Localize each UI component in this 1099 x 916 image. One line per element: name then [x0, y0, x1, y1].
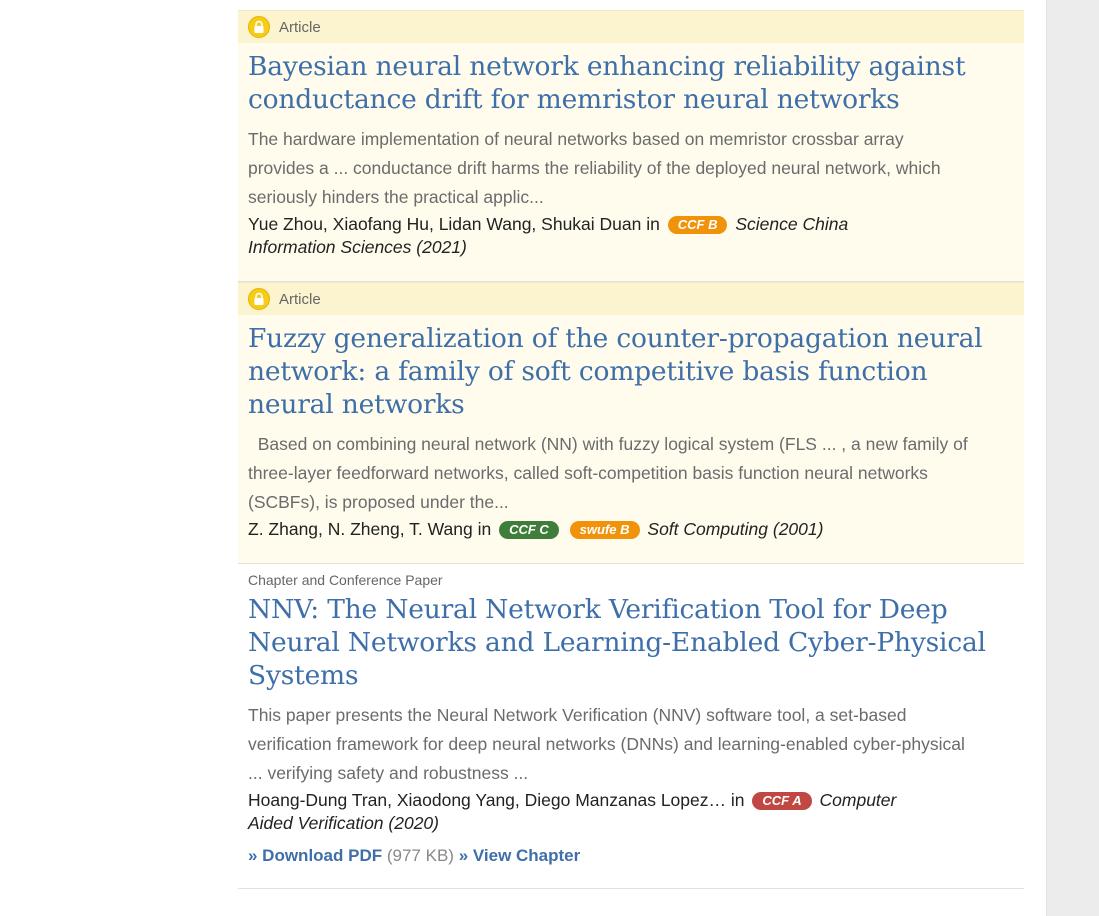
- pdf-size: (977 KB): [386, 846, 454, 865]
- ranking-badge: swufe B: [569, 521, 640, 539]
- view-chapter-link[interactable]: » View Chapter: [459, 846, 581, 865]
- result-snippet: This paper presents the Neural Network V…: [248, 705, 965, 783]
- result-meta: Z. Zhang, N. Zheng, T. Wang in CCF C swu…: [248, 518, 908, 541]
- result-authors: Hoang-Dung Tran, Xiaodong Yang, Diego Ma…: [248, 790, 727, 810]
- content-type-label: Article: [279, 290, 321, 308]
- ranking-badge: CCF B: [667, 216, 728, 234]
- in-word: in: [646, 214, 660, 234]
- content-type-label: Chapter and Conference Paper: [248, 572, 443, 588]
- result-meta: Yue Zhou, Xiaofang Hu, Lidan Wang, Shuka…: [248, 213, 908, 259]
- search-result: Chapter and Conference Paper NNV: The Ne…: [238, 564, 1024, 889]
- in-word: in: [730, 790, 745, 810]
- result-snippet: Based on combining neural network (NN) w…: [248, 434, 973, 512]
- lock-icon: [248, 16, 270, 38]
- result-title-link[interactable]: NNV: The Neural Network Verification Too…: [248, 593, 1014, 692]
- result-authors: Yue Zhou, Xiaofang Hu, Lidan Wang, Shuka…: [248, 214, 642, 234]
- content-type-row: Article: [238, 11, 1024, 43]
- result-snippet: The hardware implementation of neural ne…: [248, 129, 941, 207]
- in-word: in: [477, 519, 492, 539]
- download-pdf-link[interactable]: » Download PDF: [248, 846, 382, 865]
- search-results-list: Article Bayesian neural network enhancin…: [238, 10, 1024, 889]
- result-actions: » Download PDF (977 KB) » View Chapter: [248, 846, 1014, 866]
- content-type-row: Chapter and Conference Paper: [238, 564, 1024, 590]
- result-authors: Z. Zhang, N. Zheng, T. Wang: [248, 519, 473, 539]
- right-gutter: [1046, 0, 1099, 916]
- ranking-badge: CCF A: [752, 792, 812, 810]
- content-type-label: Article: [279, 18, 321, 36]
- result-title-link[interactable]: Bayesian neural network enhancing reliab…: [248, 50, 1014, 116]
- content-type-row: Article: [238, 283, 1024, 315]
- ranking-badge: CCF C: [499, 521, 559, 539]
- result-meta: Hoang-Dung Tran, Xiaodong Yang, Diego Ma…: [248, 789, 908, 835]
- result-journal[interactable]: Soft Computing (2001): [647, 519, 823, 539]
- search-result: Article Bayesian neural network enhancin…: [238, 10, 1024, 282]
- search-result: Article Fuzzy generalization of the coun…: [238, 282, 1024, 564]
- lock-icon: [248, 288, 270, 310]
- result-title-link[interactable]: Fuzzy generalization of the counter-prop…: [248, 322, 1014, 421]
